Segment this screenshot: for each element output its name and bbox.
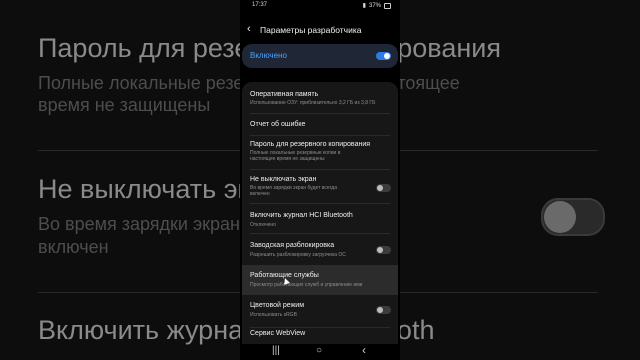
- list-item-oem-unlock[interactable]: Заводская разблокировка Разрешить разбло…: [242, 234, 398, 264]
- item-subtitle: Разрешить разблокировку загрузчика ОС: [250, 252, 346, 258]
- status-time: 17:37: [252, 2, 268, 8]
- list-item-color-mode[interactable]: Цветовой режим Использовать sRGB: [242, 296, 398, 326]
- item-subtitle: Во время зарядки экран будет всегда вклю…: [250, 185, 337, 197]
- list-item-ram[interactable]: Оперативная память Использование ОЗУ: пр…: [242, 82, 398, 112]
- item-subtitle: Использовать sRGB: [250, 312, 297, 318]
- bg-sub-stay-awake-2: включен: [38, 237, 109, 257]
- item-title: Включить журнал HCI Bluetooth: [250, 212, 353, 219]
- item-title: Оперативная память: [250, 91, 319, 98]
- list-item-bug-report[interactable]: Отчет об ошибке: [242, 114, 398, 134]
- status-icons: ▮ 37%: [363, 2, 391, 9]
- bg-sub-backup-2: время не защищены: [38, 95, 211, 115]
- item-subtitle: Отключено: [250, 222, 276, 228]
- app-header: ‹ Параметры разработчика: [240, 18, 400, 44]
- item-title: Пароль для резервного копирования: [250, 141, 371, 148]
- bg-toggle: [541, 198, 605, 236]
- oem-unlock-toggle[interactable]: [376, 246, 391, 254]
- back-arrow-icon[interactable]: ‹: [247, 23, 251, 35]
- item-title: Цветовой режим: [250, 302, 305, 309]
- recents-icon[interactable]: |||: [272, 345, 280, 356]
- list-item-stay-awake[interactable]: Не выключать экран Во время зарядки экра…: [242, 170, 398, 202]
- battery-percent: 37%: [368, 2, 381, 9]
- master-switch-label: Включено: [250, 51, 287, 60]
- settings-list: Оперативная память Использование ОЗУ: пр…: [242, 82, 398, 360]
- item-title: Отчет об ошибке: [250, 121, 306, 128]
- navigation-bar: ||| ○ ‹: [240, 343, 400, 360]
- signal-icon: ▮: [362, 3, 366, 9]
- battery-icon: [384, 2, 391, 9]
- item-subtitle: Использование ОЗУ: приблизительно 3,2 ГБ…: [250, 100, 376, 106]
- master-switch-row[interactable]: Включено: [242, 44, 398, 68]
- master-switch-toggle[interactable]: [376, 52, 391, 60]
- stay-awake-toggle[interactable]: [376, 184, 391, 192]
- phone-screen: 17:37 ▮ 37% ‹ Параметры разработчика Вкл…: [240, 0, 400, 360]
- item-subtitle: Просмотр работающих служб и управление и…: [250, 282, 363, 288]
- item-title: Не выключать экран: [250, 176, 317, 183]
- item-title: Сервис WebView: [250, 330, 306, 337]
- page-title: Параметры разработчика: [260, 25, 362, 35]
- list-item-hci-bluetooth[interactable]: Включить журнал HCI Bluetooth Отключено: [242, 204, 398, 232]
- list-item-backup-password[interactable]: Пароль для резервного копирования Полные…: [242, 136, 398, 168]
- color-mode-toggle[interactable]: [376, 306, 391, 314]
- list-item-running-services[interactable]: Работающие службы Просмотр работающих сл…: [242, 265, 398, 295]
- home-icon[interactable]: ○: [316, 345, 322, 356]
- back-icon[interactable]: ‹: [362, 343, 366, 357]
- item-title: Заводская разблокировка: [250, 242, 335, 249]
- status-bar: 17:37 ▮ 37%: [240, 0, 400, 10]
- item-subtitle: Полные локальные резервные копии в насто…: [250, 150, 341, 162]
